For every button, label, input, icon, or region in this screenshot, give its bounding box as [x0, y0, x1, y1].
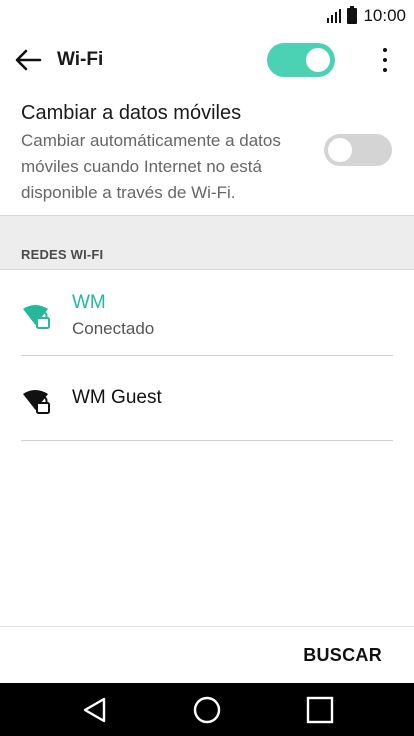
status-time: 10:00	[363, 6, 406, 25]
bottom-action-bar: BUSCAR	[0, 626, 414, 683]
back-button[interactable]	[14, 48, 42, 72]
wifi-toggle[interactable]	[267, 43, 335, 77]
recents-square-icon	[306, 696, 334, 724]
app-bar: Wi-Fi	[0, 36, 414, 84]
nav-back-button[interactable]	[80, 695, 110, 725]
toggle-knob	[328, 138, 352, 162]
divider	[21, 440, 393, 441]
system-nav-bar	[0, 683, 414, 736]
wifi-settings-screen: 10:00 Wi-Fi Cambiar a datos móviles Camb…	[0, 0, 414, 736]
wifi-networks-section-header: REDES WI-FI	[0, 216, 414, 270]
more-vert-icon	[383, 48, 387, 52]
nav-home-button[interactable]	[192, 695, 222, 725]
mobile-data-switch-row[interactable]: Cambiar a datos móviles Cambiar automáti…	[0, 94, 414, 216]
page-title: Wi-Fi	[57, 49, 104, 70]
mobile-data-switch-title: Cambiar a datos móviles	[21, 102, 242, 124]
search-button[interactable]: BUSCAR	[303, 645, 382, 666]
nav-recents-button[interactable]	[305, 695, 335, 725]
wifi-locked-icon	[23, 390, 50, 414]
back-triangle-icon	[83, 697, 106, 723]
mobile-data-switch-description: Cambiar automáticamente a datos móviles …	[21, 131, 281, 202]
status-bar: 10:00	[0, 0, 414, 32]
back-arrow-icon	[15, 49, 42, 71]
network-name: WM Guest	[72, 387, 162, 408]
network-item-wm-guest[interactable]: WM Guest	[0, 356, 414, 441]
home-circle-icon	[193, 696, 221, 724]
wifi-locked-icon	[23, 305, 50, 329]
toggle-knob	[306, 48, 330, 72]
more-options-button[interactable]	[376, 46, 394, 74]
section-header-label: REDES WI-FI	[21, 247, 104, 262]
signal-icon	[327, 9, 342, 23]
network-name: WM	[72, 292, 106, 313]
network-status: Conectado	[72, 319, 155, 338]
mobile-data-toggle[interactable]	[324, 134, 392, 166]
network-item-wm[interactable]: WM Conectado	[0, 270, 414, 356]
battery-icon	[347, 6, 358, 24]
